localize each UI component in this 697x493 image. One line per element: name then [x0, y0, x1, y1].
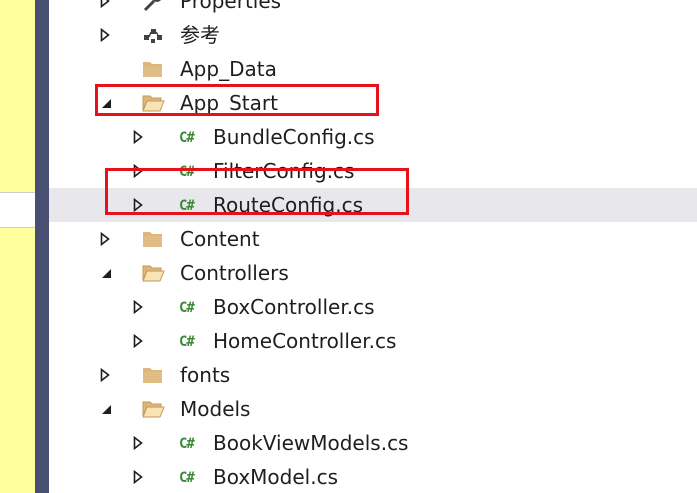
collapse-arrow-icon[interactable]: [100, 267, 111, 281]
expand-arrow-icon[interactable]: [133, 436, 143, 450]
tree-item[interactable]: C# BookViewModels.cs: [49, 426, 697, 460]
tree-item-label: BoxController.cs: [213, 295, 375, 319]
annotation-highlight-box: [105, 168, 409, 215]
tree-item[interactable]: 参考: [49, 18, 697, 52]
csharp-file-icon: C#: [179, 130, 195, 146]
open-folder-icon: [141, 398, 165, 420]
pane-divider[interactable]: [35, 0, 49, 493]
tree-item-label: App_Data: [180, 57, 277, 81]
wrench-icon: [141, 0, 165, 12]
editor-current-line: [0, 192, 35, 228]
tree-item-label: BookViewModels.cs: [213, 431, 409, 455]
tree-item[interactable]: C# BoxModel.cs: [49, 460, 697, 493]
tree-item[interactable]: Content: [49, 222, 697, 256]
expand-arrow-icon[interactable]: [133, 300, 143, 314]
expand-arrow-icon[interactable]: [133, 334, 143, 348]
tree-item[interactable]: C# BundleConfig.cs: [49, 120, 697, 154]
tree-item-label: fonts: [180, 363, 231, 387]
editor-margin: [0, 0, 35, 493]
tree-item[interactable]: fonts: [49, 358, 697, 392]
tree-item-label: HomeController.cs: [213, 329, 397, 353]
tree-item[interactable]: C# BoxController.cs: [49, 290, 697, 324]
collapse-arrow-icon[interactable]: [100, 403, 111, 417]
solution-explorer-tree[interactable]: Properties 参考 App_Data App_Start C# Bundle…: [49, 0, 697, 493]
expand-arrow-icon[interactable]: [100, 28, 110, 42]
expand-arrow-icon[interactable]: [100, 232, 110, 246]
expand-arrow-icon[interactable]: [133, 130, 143, 144]
expand-arrow-icon[interactable]: [133, 470, 143, 484]
csharp-file-icon: C#: [179, 436, 195, 452]
references-icon: [141, 24, 165, 46]
folder-icon: [141, 58, 165, 80]
tree-item-label: Properties: [180, 0, 282, 13]
annotation-highlight-box: [95, 84, 379, 116]
tree-item[interactable]: Controllers: [49, 256, 697, 290]
csharp-file-icon: C#: [179, 300, 195, 316]
csharp-file-icon: C#: [179, 334, 195, 350]
tree-item[interactable]: Properties: [49, 0, 697, 18]
tree-item-label: 参考: [180, 23, 220, 47]
tree-item-label: Content: [180, 227, 260, 251]
expand-arrow-icon[interactable]: [100, 368, 110, 382]
expand-arrow-icon[interactable]: [100, 0, 110, 8]
folder-icon: [141, 364, 165, 386]
tree-item-label: Controllers: [180, 261, 289, 285]
tree-item-label: BoxModel.cs: [213, 465, 338, 489]
tree-item-label: BundleConfig.cs: [213, 125, 375, 149]
tree-item[interactable]: C# HomeController.cs: [49, 324, 697, 358]
csharp-file-icon: C#: [179, 470, 195, 486]
tree-item[interactable]: App_Data: [49, 52, 697, 86]
folder-icon: [141, 228, 165, 250]
tree-item[interactable]: Models: [49, 392, 697, 426]
open-folder-icon: [141, 262, 165, 284]
tree-item-label: Models: [180, 397, 251, 421]
